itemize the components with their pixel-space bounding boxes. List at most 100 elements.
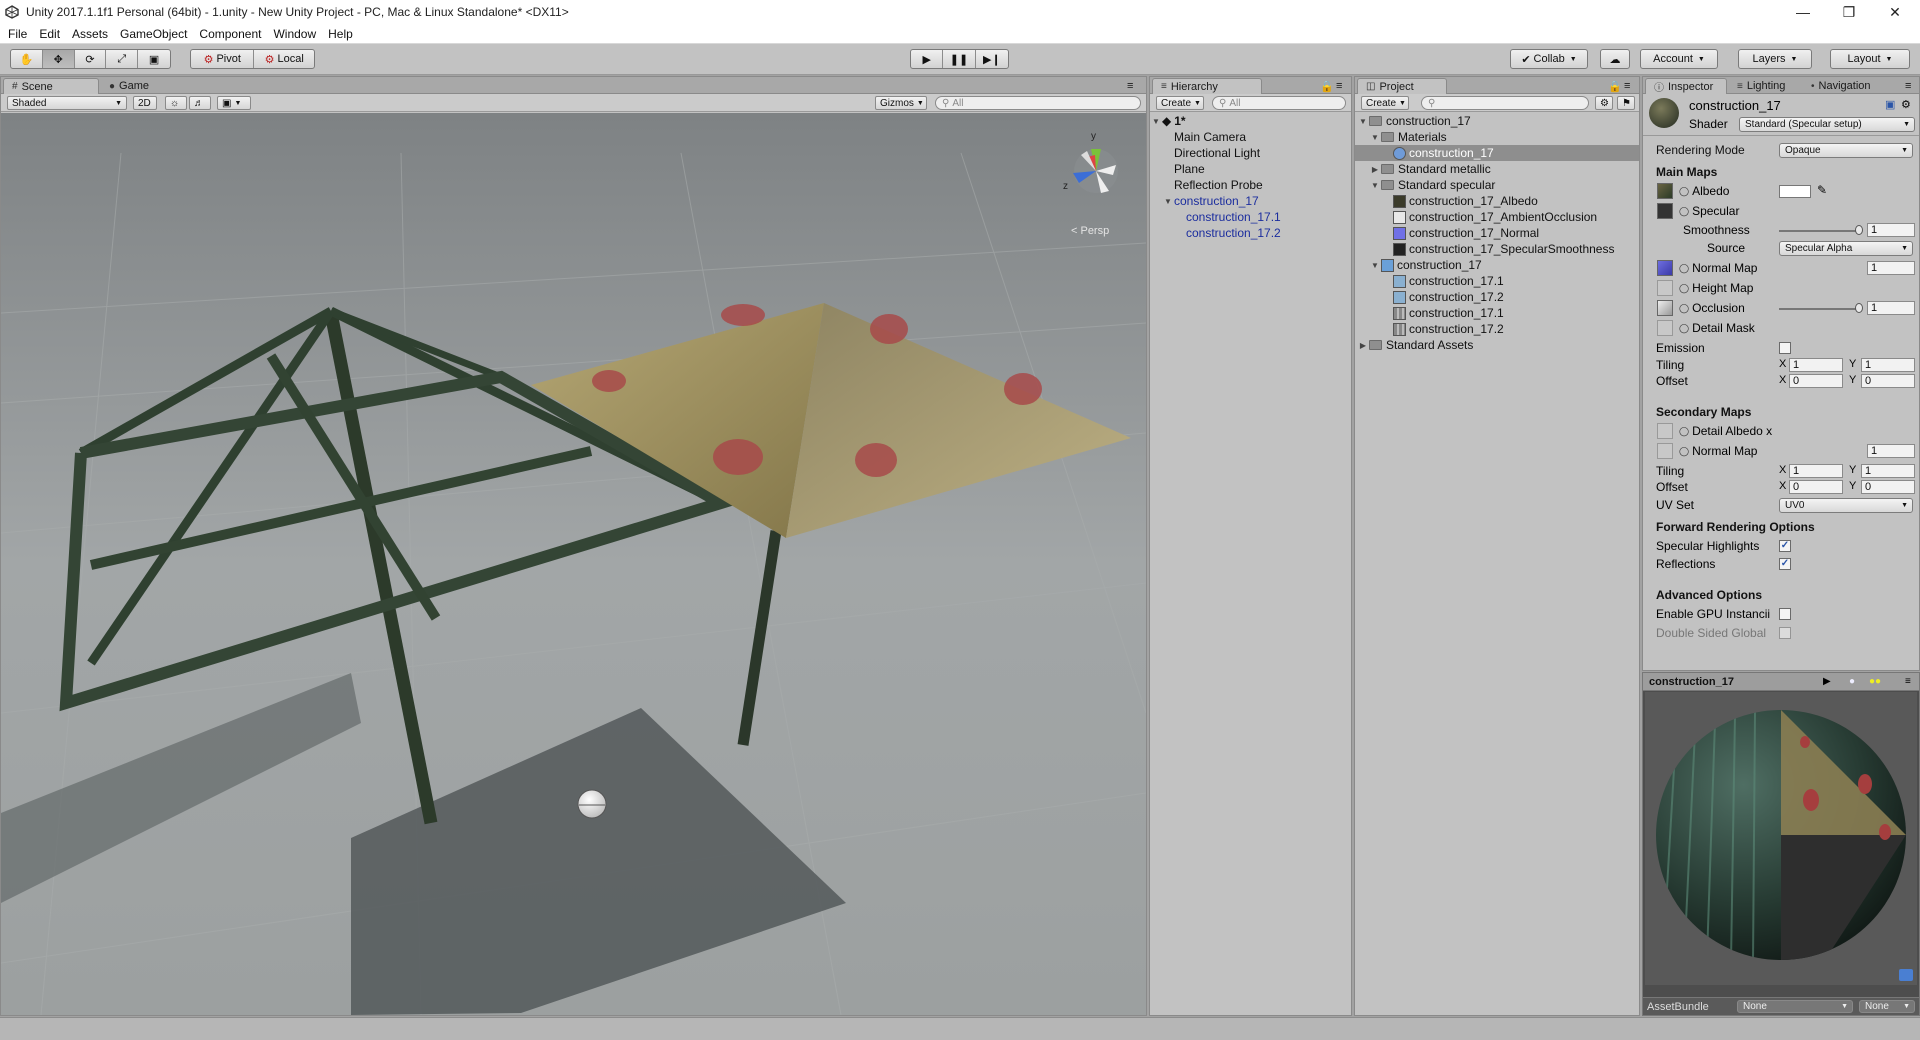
tiling2-y-input[interactable]: 1	[1861, 464, 1915, 478]
project-item[interactable]: construction_17.2	[1355, 321, 1639, 337]
layers-dropdown[interactable]: Layers ▼	[1738, 49, 1812, 69]
preview-play-icon[interactable]: ▶	[1823, 676, 1831, 687]
tab-game[interactable]: ● Game	[101, 78, 171, 94]
project-item[interactable]: construction_17.1	[1355, 305, 1639, 321]
local-button[interactable]: ⚙ Local	[254, 50, 314, 68]
expand-arrow-icon[interactable]: ▼	[1369, 181, 1381, 190]
expand-arrow-icon[interactable]: ▶	[1357, 341, 1369, 350]
tag-icon[interactable]	[1899, 969, 1913, 981]
expand-arrow-icon[interactable]: ▶	[1369, 165, 1381, 174]
project-item[interactable]: ▼ construction_17	[1355, 257, 1639, 273]
menu-window[interactable]: Window	[267, 27, 322, 41]
source-dropdown[interactable]: Specular Alpha ▼	[1779, 241, 1913, 256]
hierarchy-item[interactable]: construction_17.2	[1150, 225, 1351, 241]
layout-dropdown[interactable]: Layout ▼	[1830, 49, 1910, 69]
menu-assets[interactable]: Assets	[66, 27, 114, 41]
offset2-x-input[interactable]: 0	[1789, 480, 1843, 494]
menu-help[interactable]: Help	[322, 27, 359, 41]
scene-lighting-icon[interactable]: ☼	[165, 96, 187, 110]
occlusion-slider-track[interactable]	[1779, 308, 1861, 310]
effects-icon[interactable]: ▣ ▼	[217, 96, 251, 110]
hierarchy-item[interactable]: Plane	[1150, 161, 1351, 177]
gear-icon[interactable]: ⚙	[1901, 98, 1911, 111]
hierarchy-search-input[interactable]: ⚲ All	[1212, 96, 1346, 110]
project-item[interactable]: construction_17_Albedo	[1355, 193, 1639, 209]
tiling-x-input[interactable]: 1	[1789, 358, 1843, 372]
height-map-texture-slot[interactable]	[1657, 280, 1673, 296]
specular-highlights-checkbox[interactable]: ✓	[1779, 540, 1791, 552]
occlusion-texture-slot[interactable]	[1657, 300, 1673, 316]
emission-checkbox[interactable]	[1779, 342, 1791, 354]
lock-icon[interactable]: 🔒	[1608, 78, 1622, 94]
hierarchy-create-dropdown[interactable]: Create ▼	[1156, 96, 1204, 110]
cloud-button[interactable]: ☁	[1600, 49, 1630, 69]
pause-button-icon[interactable]: ❚❚	[943, 50, 976, 68]
preview-area[interactable]	[1645, 692, 1917, 985]
project-create-dropdown[interactable]: Create ▼	[1361, 96, 1409, 110]
gizmos-dropdown[interactable]: Gizmos ▼	[875, 96, 927, 110]
rendering-mode-dropdown[interactable]: Opaque ▼	[1779, 143, 1913, 158]
account-dropdown[interactable]: Account ▼	[1640, 49, 1718, 69]
expand-arrow-icon[interactable]: ▼	[1150, 117, 1162, 126]
picker-dot-icon[interactable]: ◯	[1679, 426, 1689, 437]
preview-light-icon[interactable]: ●●	[1869, 676, 1881, 687]
filter-type-icon[interactable]: ⚙	[1595, 96, 1613, 110]
audio-icon[interactable]: ♬	[189, 96, 211, 110]
hierarchy-item[interactable]: ▼ construction_17	[1150, 193, 1351, 209]
offset2-y-input[interactable]: 0	[1861, 480, 1915, 494]
project-item[interactable]: construction_17.1	[1355, 273, 1639, 289]
tiling-y-input[interactable]: 1	[1861, 358, 1915, 372]
mode-2d-button[interactable]: 2D	[133, 96, 157, 110]
tab-project[interactable]: ◫ Project	[1357, 78, 1447, 94]
tab-inspector[interactable]: ⓘ Inspector	[1645, 78, 1727, 94]
normal-map-texture-slot[interactable]	[1657, 260, 1673, 276]
panel-menu-icon[interactable]: ≡	[1127, 78, 1145, 94]
hand-tool-icon[interactable]: ✋	[11, 50, 43, 68]
play-button-icon[interactable]: ▶	[911, 50, 944, 68]
expand-arrow-icon[interactable]: ▼	[1369, 133, 1381, 142]
rotate-tool-icon[interactable]: ⟳	[75, 50, 107, 68]
preview-sphere-icon[interactable]: ●	[1849, 676, 1855, 687]
project-item[interactable]: ▶ Standard metallic	[1355, 161, 1639, 177]
panel-menu-icon[interactable]: ≡	[1905, 676, 1911, 687]
detail-albedo-texture-slot[interactable]	[1657, 423, 1673, 439]
gpu-instancing-checkbox[interactable]	[1779, 608, 1791, 620]
scene-search-input[interactable]: ⚲ All	[935, 96, 1141, 110]
panel-menu-icon[interactable]: ≡	[1624, 78, 1638, 94]
eyedropper-icon[interactable]: ✎	[1817, 183, 1827, 197]
picker-dot-icon[interactable]: ◯	[1679, 446, 1689, 457]
detail-mask-texture-slot[interactable]	[1657, 320, 1673, 336]
picker-dot-icon[interactable]: ◯	[1679, 263, 1689, 274]
tab-lighting[interactable]: ≡ Lighting	[1729, 78, 1803, 94]
tab-scene[interactable]: # Scene	[3, 78, 99, 94]
offset-y-input[interactable]: 0	[1861, 374, 1915, 388]
panel-menu-icon[interactable]: ≡	[1905, 78, 1919, 94]
project-item[interactable]: ▼ Materials	[1355, 129, 1639, 145]
move-tool-icon[interactable]: ✥	[42, 50, 75, 68]
detail-normal-scale-input[interactable]: 1	[1867, 444, 1915, 458]
restore-icon[interactable]: ❐	[1826, 0, 1872, 24]
help-icon[interactable]: ▣	[1885, 98, 1895, 111]
picker-dot-icon[interactable]: ◯	[1679, 303, 1689, 314]
albedo-texture-slot[interactable]	[1657, 183, 1673, 199]
close-icon[interactable]: ✕	[1872, 0, 1918, 24]
hierarchy-item[interactable]: construction_17.1	[1150, 209, 1351, 225]
hierarchy-item[interactable]: Reflection Probe	[1150, 177, 1351, 193]
shading-dropdown[interactable]: Shaded ▼	[7, 96, 127, 110]
shader-dropdown[interactable]: Standard (Specular setup) ▼	[1739, 117, 1915, 132]
hierarchy-item[interactable]: Directional Light	[1150, 145, 1351, 161]
scene-viewport[interactable]: z y < Persp	[1, 113, 1146, 1015]
tab-navigation[interactable]: • Navigation	[1803, 78, 1903, 94]
filter-label-icon[interactable]: ⚑	[1617, 96, 1635, 110]
collab-dropdown[interactable]: ✔ Collab ▼	[1510, 49, 1588, 69]
expand-arrow-icon[interactable]: ▼	[1357, 117, 1369, 126]
project-item[interactable]: ▶ Standard Assets	[1355, 337, 1639, 353]
specular-texture-slot[interactable]	[1657, 203, 1673, 219]
persp-label[interactable]: < Persp	[1071, 225, 1109, 237]
rect-tool-icon[interactable]: ▣	[138, 50, 170, 68]
picker-dot-icon[interactable]: ◯	[1679, 323, 1689, 334]
hierarchy-item[interactable]: Main Camera	[1150, 129, 1351, 145]
menu-component[interactable]: Component	[193, 27, 267, 41]
reflections-checkbox[interactable]: ✓	[1779, 558, 1791, 570]
project-item[interactable]: construction_17.2	[1355, 289, 1639, 305]
